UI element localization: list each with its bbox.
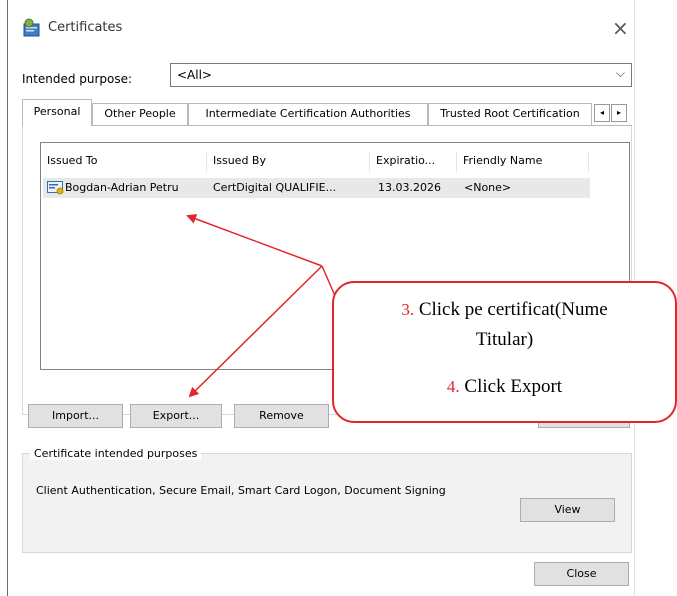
callout-step3-number: 3.	[401, 300, 415, 319]
callout-step3-line1: 3. Click pe certificat(Nume	[334, 299, 675, 321]
callout-step4-text: Click Export	[464, 376, 563, 397]
arrow-to-export	[188, 265, 323, 398]
callout-step3-text: Click pe certificat(Nume	[418, 299, 608, 320]
instruction-callout: 3. Click pe certificat(Nume Titular) 4. …	[332, 281, 677, 423]
callout-step4-line: 4. Click Export	[334, 376, 675, 398]
callout-step4-number: 4.	[446, 377, 460, 396]
arrow-to-certificate	[186, 214, 323, 267]
callout-step3-line2: Titular)	[475, 329, 534, 350]
